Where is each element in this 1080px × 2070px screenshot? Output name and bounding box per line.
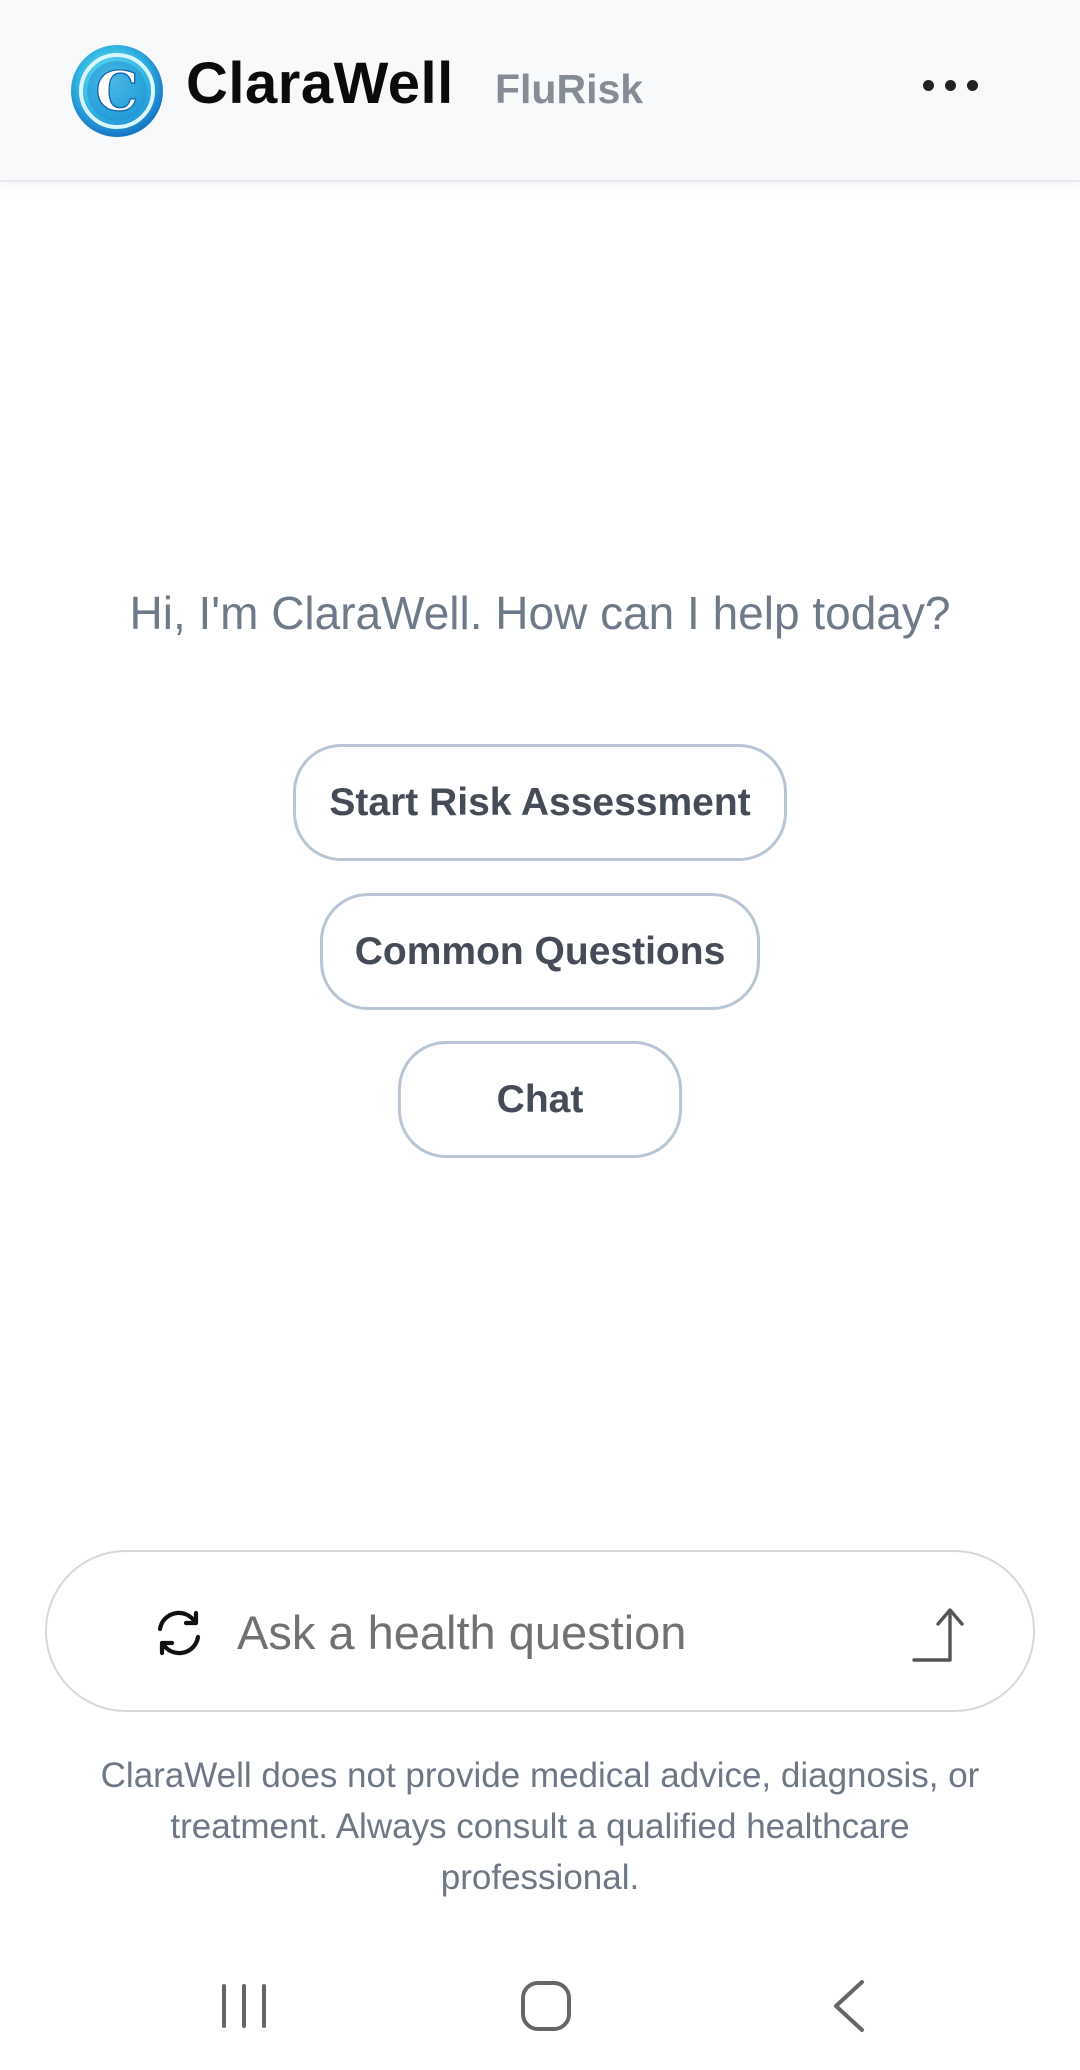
more-options-button[interactable]: [905, 60, 995, 110]
greeting-text: Hi, I'm ClaraWell. How can I help today?: [129, 587, 951, 639]
system-nav-bar: [0, 1940, 1080, 2070]
more-horizontal-icon: [922, 79, 934, 91]
clarawell-logo-icon: C: [70, 44, 164, 138]
refresh-icon[interactable]: [154, 1608, 204, 1658]
back-icon[interactable]: [810, 1968, 890, 2044]
send-arrow-icon[interactable]: [912, 1604, 972, 1664]
product-name: FluRisk: [495, 66, 644, 112]
question-composer: [45, 1550, 1035, 1712]
app-header: C ClaraWell FluRisk: [0, 0, 1080, 182]
app-brand-name: ClaraWell: [186, 51, 454, 116]
more-dot: [966, 79, 978, 91]
common-questions-button[interactable]: Common Questions: [320, 893, 760, 1010]
medical-disclaimer: ClaraWell does not provide medical advic…: [100, 1756, 980, 1897]
more-dot: [944, 79, 956, 91]
chat-button[interactable]: Chat: [398, 1041, 682, 1158]
home-icon[interactable]: [506, 1968, 586, 2044]
svg-text:C: C: [96, 59, 139, 123]
start-risk-assessment-button[interactable]: Start Risk Assessment: [293, 744, 787, 861]
health-question-input[interactable]: [237, 1592, 897, 1672]
recents-icon[interactable]: [204, 1968, 284, 2044]
app-screen: C ClaraWell FluRisk Hi, I'm ClaraWell. H…: [0, 0, 1080, 2070]
